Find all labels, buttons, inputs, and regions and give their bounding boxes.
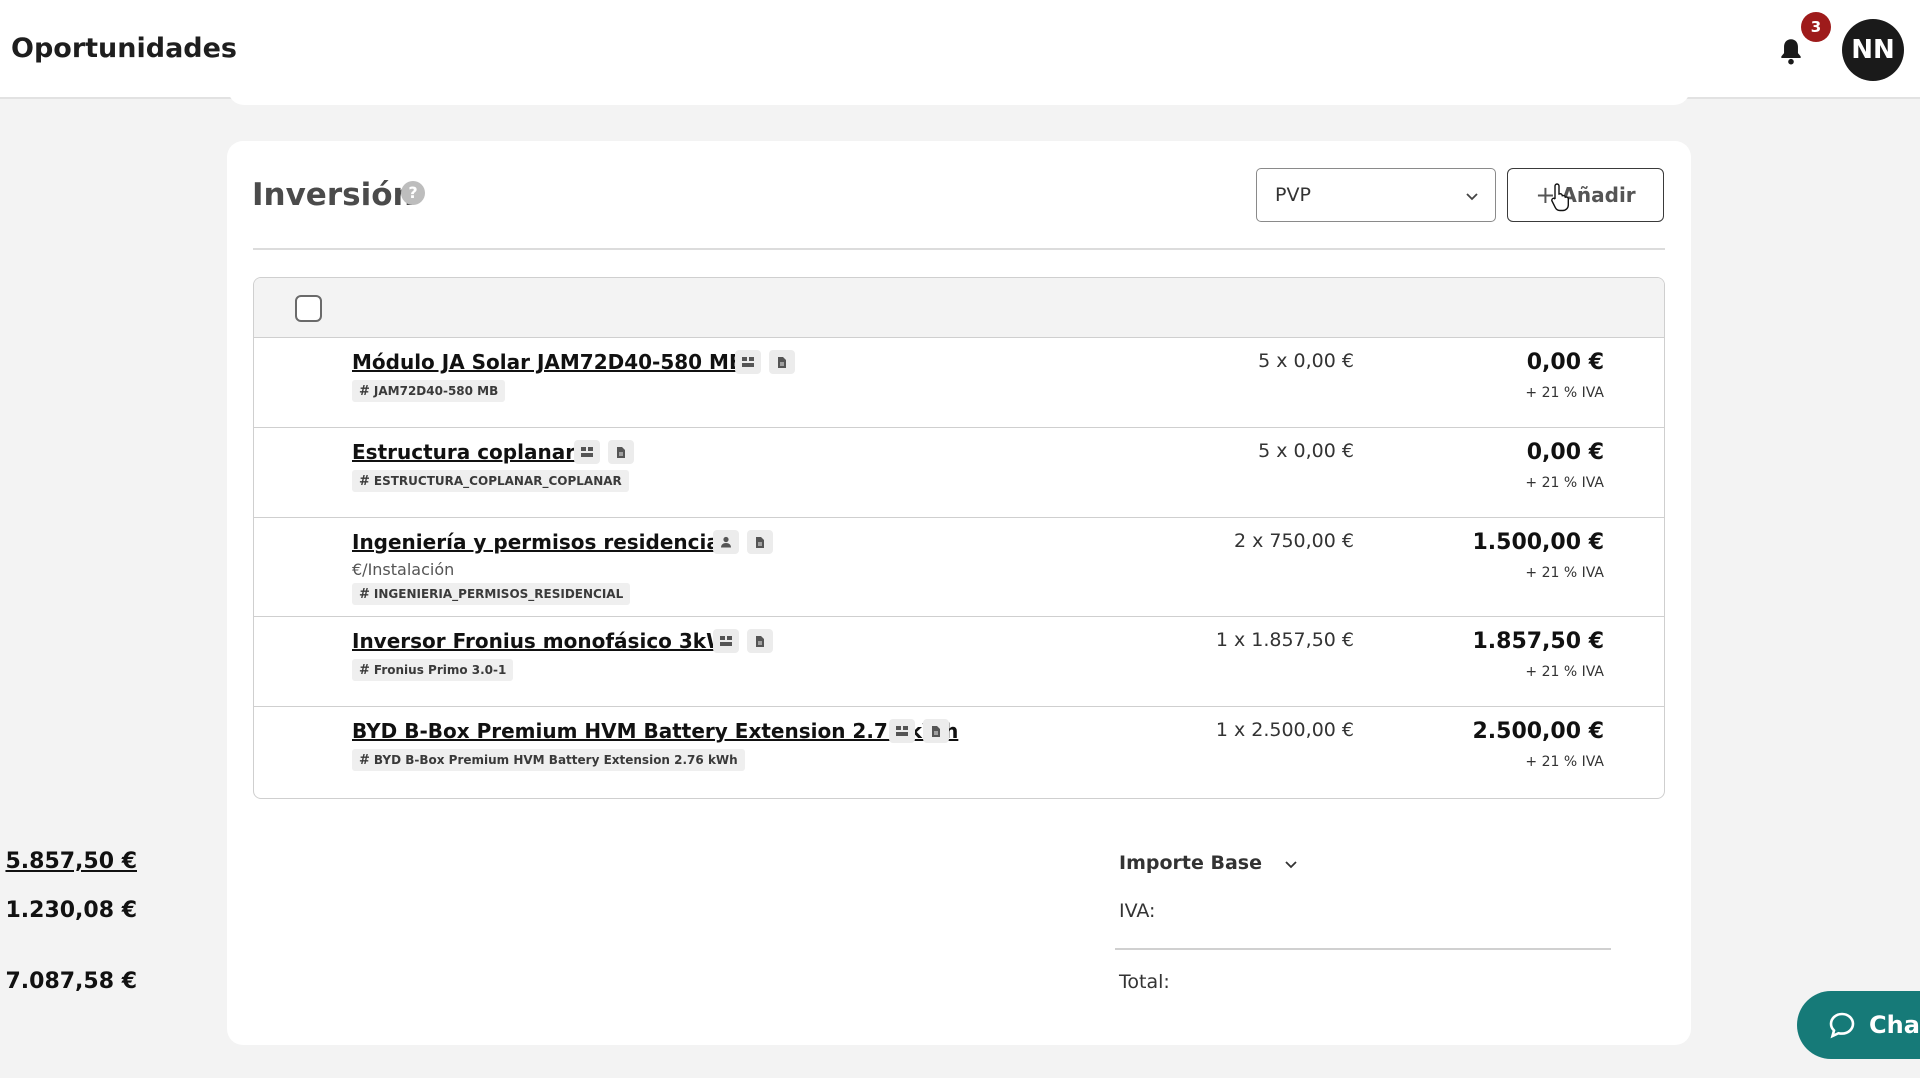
previous-section-card [228, 60, 1690, 105]
document-icon[interactable] [608, 440, 634, 464]
person-icon[interactable] [713, 530, 739, 554]
item-quantity: 1 x 2.500,00 € [1215, 719, 1354, 741]
item-iva: + 21 % IVA [1525, 385, 1604, 401]
sku-tag: # ESTRUCTURA_COPLANAR_COPLANAR [352, 470, 629, 492]
iva-value: 1.230,08 € [5, 898, 137, 923]
chat-button[interactable]: Chat [1797, 991, 1920, 1059]
item-iva: + 21 % IVA [1525, 565, 1604, 581]
document-icon[interactable] [923, 719, 949, 743]
item-quantity: 1 x 1.857,50 € [1215, 629, 1354, 651]
table-row: BYD B-Box Premium HVM Battery Extension … [254, 707, 1664, 798]
document-icon[interactable] [769, 350, 795, 374]
item-name-link[interactable]: Estructura coplanar [352, 440, 575, 464]
table-row: Ingeniería y permisos residencial €/Inst… [254, 518, 1664, 617]
investment-card: Inversión ? PVP + Añadir Módulo JA Solar… [5, 141, 1691, 1045]
base-amount-value[interactable]: 5.857,50 € [5, 849, 137, 874]
select-all-checkbox[interactable] [295, 295, 322, 322]
total-value: 7.087,58 € [5, 969, 137, 994]
section-title: Inversión [252, 177, 415, 213]
item-name-link[interactable]: Ingeniería y permisos residencial [352, 530, 727, 554]
item-icons [889, 719, 949, 743]
price-type-select[interactable]: PVP [1256, 168, 1496, 222]
chevron-down-icon [1284, 860, 1297, 868]
item-price: 0,00 € [1526, 440, 1604, 465]
item-iva: + 21 % IVA [1525, 664, 1604, 680]
chat-bubble-icon [1829, 1012, 1855, 1039]
page-title: Oportunidades [11, 33, 238, 64]
item-unit: €/Instalación [352, 560, 455, 579]
item-name-link[interactable]: BYD B-Box Premium HVM Battery Extension … [352, 719, 958, 743]
item-quantity: 5 x 0,00 € [1258, 350, 1354, 372]
grid-icon[interactable] [735, 350, 761, 374]
notification-badge: 3 [1801, 12, 1831, 42]
item-quantity: 2 x 750,00 € [1233, 530, 1354, 552]
section-divider [253, 248, 1665, 250]
table-header [254, 278, 1664, 338]
document-icon[interactable] [747, 530, 773, 554]
item-icons [713, 629, 773, 653]
item-price: 0,00 € [1526, 350, 1604, 375]
items-table: Módulo JA Solar JAM72D40-580 MB # JAM72D4… [253, 277, 1665, 799]
chat-label: Chat [1869, 1011, 1920, 1039]
grid-icon[interactable] [889, 719, 915, 743]
hand-cursor-icon [1551, 183, 1569, 212]
iva-label: IVA: [1119, 900, 1156, 922]
total-label: Total: [1119, 971, 1170, 993]
sku-tag: # Fronius Primo 3.0-1 [352, 659, 514, 681]
chevron-down-icon [1466, 193, 1478, 201]
base-amount-label: Importe Base [1119, 852, 1262, 874]
table-row: Módulo JA Solar JAM72D40-580 MB # JAM72D4… [254, 338, 1664, 428]
item-icons [574, 440, 634, 464]
sku-tag: # BYD B-Box Premium HVM Battery Extension… [352, 749, 745, 771]
table-row: Estructura coplanar # ESTRUCTURA_COPLANAR… [254, 428, 1664, 518]
sku-tag: # INGENIERIA_PERMISOS_RESIDENCIAL [352, 583, 631, 605]
item-name-link[interactable]: Módulo JA Solar JAM72D40-580 MB [352, 350, 744, 374]
item-quantity: 5 x 0,00 € [1258, 440, 1354, 462]
add-button[interactable]: + Añadir [1507, 168, 1664, 222]
bell-icon[interactable] [1778, 36, 1804, 66]
document-icon[interactable] [747, 629, 773, 653]
item-price: 1.500,00 € [1472, 530, 1604, 555]
totals-divider [1115, 948, 1611, 950]
base-amount-toggle[interactable]: Importe Base [1119, 852, 1299, 874]
item-iva: + 21 % IVA [1525, 475, 1604, 491]
item-icons [713, 530, 773, 554]
table-row: Inversor Fronius monofásico 3kW # Fronius… [254, 617, 1664, 707]
grid-icon[interactable] [574, 440, 600, 464]
item-price: 2.500,00 € [1472, 719, 1604, 744]
select-value: PVP [1275, 184, 1311, 206]
help-icon[interactable]: ? [401, 181, 425, 205]
item-icons [735, 350, 795, 374]
item-price: 1.857,50 € [1472, 629, 1604, 654]
sku-tag: # JAM72D40-580 MB [352, 380, 506, 402]
grid-icon[interactable] [713, 629, 739, 653]
item-name-link[interactable]: Inversor Fronius monofásico 3kW [352, 629, 728, 653]
avatar[interactable]: NN [1842, 19, 1904, 81]
item-iva: + 21 % IVA [1525, 754, 1604, 770]
